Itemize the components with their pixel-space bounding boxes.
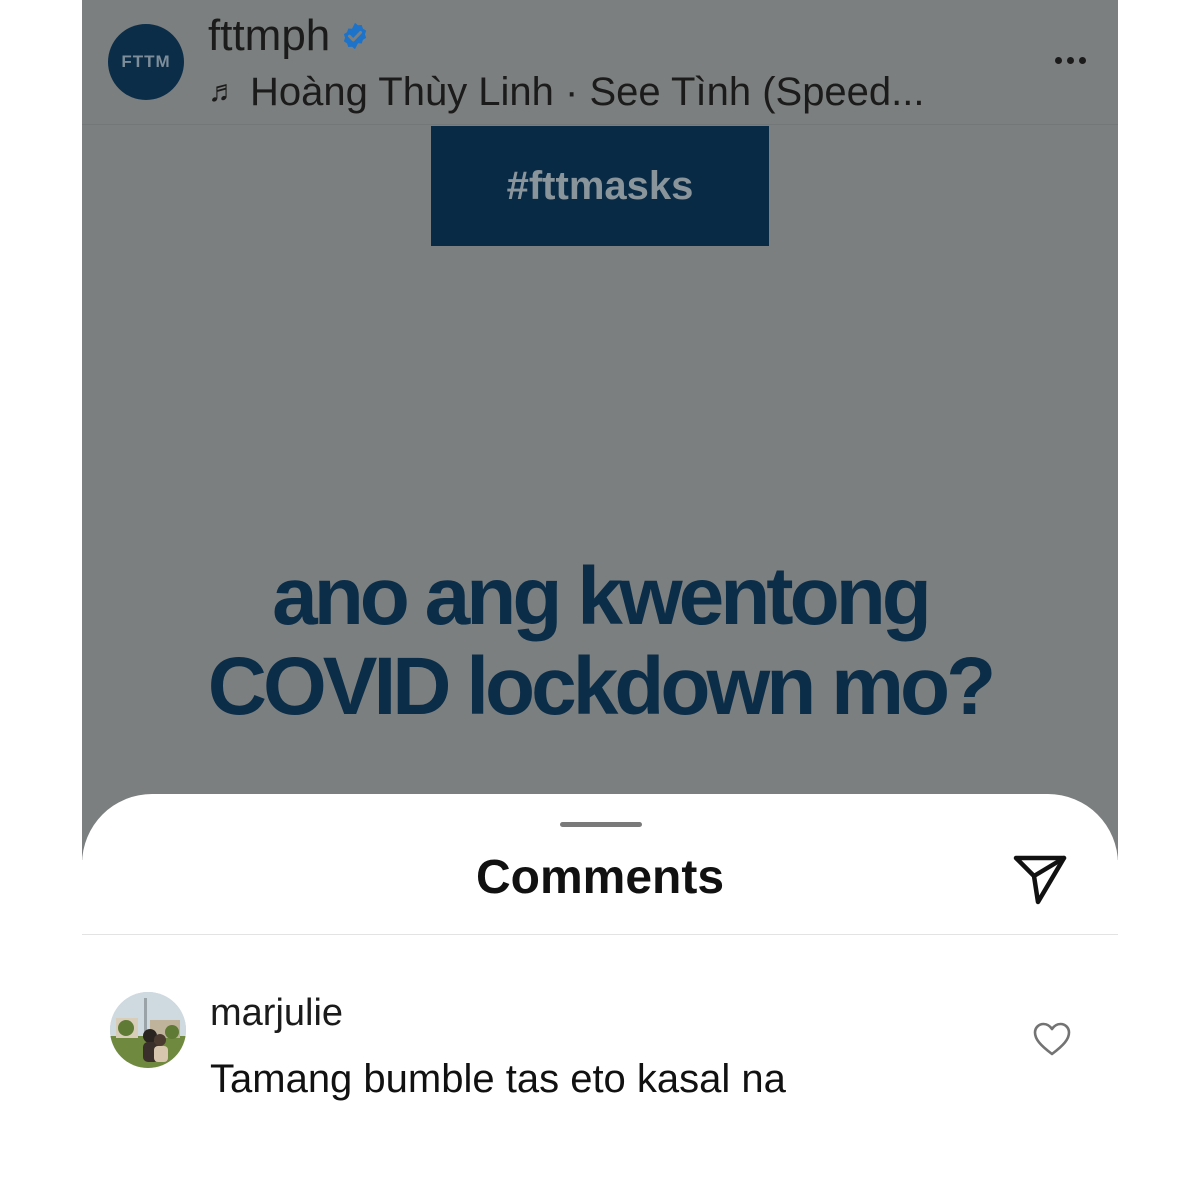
more-dot: [1078, 56, 1086, 64]
sheet-divider: [82, 934, 1118, 935]
heart-outline-icon[interactable]: [1032, 1020, 1072, 1060]
comments-sheet: Comments marjulie Tamang bumble tas eto …: [82, 794, 1118, 1200]
headline-line-1: ano ang kwentong: [272, 551, 932, 642]
headline-line-2: COVID lockdown mo?: [207, 641, 996, 732]
music-track-label: Hoàng Thùy Linh · See Tình (Speed...: [250, 70, 925, 114]
post-username[interactable]: fttmph: [208, 8, 330, 64]
avatar-logo-text: FTTM: [121, 52, 171, 71]
avatar-photo-icon: [110, 992, 186, 1068]
profile-avatar[interactable]: FTTM: [108, 24, 184, 100]
verified-badge-icon: [344, 22, 367, 50]
hashtag-banner: #fttmasks: [431, 126, 769, 246]
more-dot: [1054, 56, 1062, 64]
username-row: fttmph: [208, 8, 370, 64]
comment-item: marjulie Tamang bumble tas eto kasal na: [82, 990, 1118, 1110]
music-row[interactable]: ♬ Hoàng Thùy Linh · See Tình (Speed...: [208, 66, 925, 118]
phone-screen: FTTM fttmph ♬ Hoàng Thùy Linh · See Tình…: [82, 0, 1118, 1200]
post-background: FTTM fttmph ♬ Hoàng Thùy Linh · See Tình…: [82, 0, 1118, 860]
more-dot: [1066, 56, 1074, 64]
post-header: FTTM fttmph ♬ Hoàng Thùy Linh · See Tình…: [82, 0, 1118, 125]
sheet-drag-handle[interactable]: [560, 822, 642, 827]
send-icon[interactable]: [1012, 854, 1068, 906]
comments-title: Comments: [475, 851, 725, 904]
hashtag-text: #fttmasks: [506, 163, 694, 208]
comment-text: Tamang bumble tas eto kasal na: [210, 1057, 786, 1101]
commenter-avatar[interactable]: [110, 992, 186, 1068]
music-note-icon: ♬: [208, 75, 238, 108]
comment-username[interactable]: marjulie: [210, 990, 343, 1036]
more-options-button[interactable]: [1048, 38, 1092, 82]
post-headline: ano ang kwentong COVID lockdown mo?: [82, 552, 1118, 732]
